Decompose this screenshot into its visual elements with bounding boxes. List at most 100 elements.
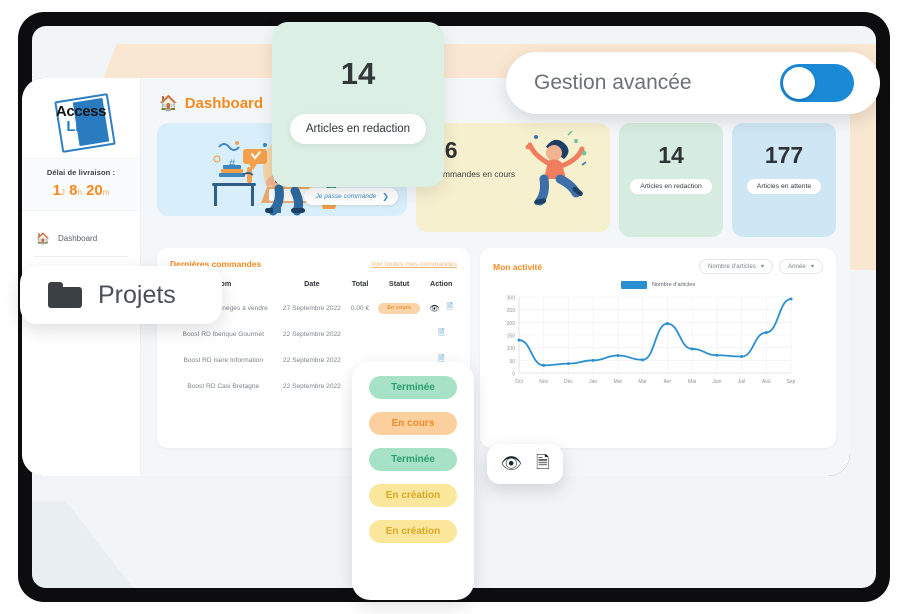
svg-text:200: 200 — [507, 321, 516, 327]
chart-legend: Nombre d'articles — [493, 281, 823, 289]
sidebar-item-dashboard[interactable]: 🏠 Dashboard — [22, 225, 140, 252]
folder-icon — [48, 282, 82, 308]
column-header-total: Total — [351, 279, 369, 288]
overlay-redaction-label: Articles en redaction — [289, 114, 427, 144]
svg-text:150: 150 — [507, 334, 516, 340]
overlay-redaction-card: 14 Articles en redaction — [272, 22, 444, 187]
svg-text:Oct: Oct — [515, 379, 523, 385]
logo-text-link: Link — [66, 118, 96, 135]
cell-date: 27 Septembre 2022 — [282, 304, 341, 312]
period-dropdown-label: Année — [787, 263, 806, 270]
status-badge: Terminée — [369, 448, 457, 471]
gestion-toggle[interactable] — [780, 64, 854, 102]
overlay-gestion-avancee: Gestion avancée — [506, 52, 880, 114]
svg-text:0: 0 — [512, 372, 515, 378]
svg-text:250: 250 — [507, 308, 516, 314]
cell-date: 22 Septembre 2022 — [282, 356, 341, 364]
status-badge: En création — [369, 484, 457, 507]
column-header-statut: Statut — [388, 279, 410, 288]
sidebar-item-label: Dashboard — [58, 234, 98, 243]
invoice-icon[interactable]: 🗎 — [438, 327, 444, 341]
svg-text:Mai: Mai — [688, 379, 696, 385]
sidebar-divider — [34, 256, 128, 257]
gestion-label: Gestion avancée — [534, 71, 692, 94]
svg-text:Sep: Sep — [787, 379, 796, 385]
stats-row: # Je passe commande ❯ 26 Commandes en co… — [157, 123, 836, 237]
order-cta-label: Je passe commande — [315, 193, 377, 200]
cell-statut: En cours — [373, 295, 426, 321]
cell-statut — [373, 321, 426, 347]
cell-date: 22 Septembre 2022 — [282, 382, 341, 390]
metric-dropdown-label: Nombre d'articles — [707, 263, 756, 270]
svg-text:Aoû: Aoû — [762, 379, 771, 385]
legend-swatch — [620, 281, 647, 289]
stat-label: Articles en redaction — [630, 179, 712, 194]
stat-label: Articles en attente — [746, 179, 822, 194]
invoice-icon[interactable]: 🗎 — [447, 301, 453, 315]
status-badge: Terminée — [369, 376, 457, 399]
chevron-down-icon: ▾ — [760, 263, 764, 270]
overlay-redaction-value: 14 — [340, 56, 376, 91]
home-icon: 🏠 — [159, 95, 178, 112]
brand-logo[interactable]: Access Link — [42, 93, 120, 153]
cell-nom: Boost RD Casi Bretagne — [187, 382, 260, 390]
timer-days: 1 — [52, 182, 61, 199]
column-header-action: Action — [430, 279, 453, 288]
main-content: 🏠 Dashboard # Je passe commande ❯ 26 Com… — [141, 78, 850, 476]
overlay-projets-card[interactable]: Projets — [20, 266, 222, 324]
chart-svg: 0 50 100 150 200 250 300 Oct Nov Déc Jan Mar Mar Avr M… — [507, 296, 796, 386]
overlay-status-badges: Terminée En cours Terminée En création E… — [352, 362, 474, 600]
timer-minutes-unit: m — [102, 188, 110, 197]
delivery-timer-label: Délai de livraison : — [46, 168, 116, 177]
invoice-icon[interactable]: 🗎 — [536, 450, 550, 479]
eye-icon[interactable]: 👁 — [429, 304, 439, 313]
stat-card-commandes: 26 Commandes en cours — [416, 123, 610, 232]
svg-text:Juil: Juil — [738, 379, 746, 385]
svg-text:Jan: Jan — [589, 379, 597, 385]
svg-text:Avr: Avr — [664, 379, 672, 385]
cell-nom: Boost RD Isere Information — [183, 356, 263, 364]
stat-card-attente: 177 Articles en attente — [732, 123, 836, 237]
metric-dropdown[interactable]: Nombre d'articles ▾ — [698, 259, 773, 274]
cell-action: 👁 🗎 — [425, 295, 457, 321]
logo-text-access: Access — [55, 103, 107, 120]
status-badge: En cours — [378, 302, 421, 314]
activity-panel-title: Mon activité — [493, 261, 543, 272]
delivery-timer-box: Délai de livraison : 1J 8h 20m — [22, 158, 140, 211]
svg-text:#: # — [229, 158, 236, 170]
svg-text:Déc: Déc — [564, 379, 573, 385]
period-dropdown[interactable]: Année ▾ — [778, 259, 823, 274]
page-title-text: Dashboard — [184, 94, 264, 112]
status-badge: En cours — [369, 412, 457, 435]
overlay-action-icons: 👁 🗎 — [487, 444, 563, 484]
svg-text:Nov: Nov — [539, 379, 548, 385]
view-all-orders-link[interactable]: Voir toutes mes commandes — [371, 261, 457, 268]
delivery-countdown: 1J 8h 20m — [22, 182, 140, 199]
chevron-right-icon: ❯ — [382, 192, 389, 201]
activity-chart: 0 50 100 150 200 250 300 Oct Nov Déc Jan Mar Mar Avr M… — [493, 291, 823, 399]
timer-minutes: 20 — [86, 182, 103, 199]
projets-label: Projets — [98, 280, 176, 309]
stat-value: 14 — [658, 142, 684, 168]
cell-nom: Boost RD Iberique Gourmet — [182, 330, 264, 338]
stat-card-redaction: 14 Articles en redaction — [619, 123, 723, 237]
cell-total — [347, 321, 373, 347]
svg-text:Juin: Juin — [712, 379, 721, 385]
eye-icon[interactable]: 👁 — [500, 454, 522, 474]
timer-days-unit: J — [60, 188, 65, 197]
stat-illustration-person — [525, 131, 587, 206]
order-cta-button[interactable]: Je passe commande ❯ — [304, 188, 398, 205]
svg-text:Mar: Mar — [614, 379, 623, 385]
svg-text:100: 100 — [507, 346, 516, 352]
chevron-down-icon: ▾ — [810, 263, 814, 270]
panels-row: Dernières commandes Voir toutes mes comm… — [157, 248, 836, 448]
svg-text:Mar: Mar — [638, 379, 647, 385]
home-icon: 🏠 — [36, 233, 50, 245]
status-badge: En création — [369, 520, 457, 543]
activity-panel: Mon activité Nombre d'articles ▾ Année ▾ — [480, 248, 836, 448]
svg-text:300: 300 — [507, 296, 516, 302]
column-header-date: Date — [304, 279, 320, 288]
timer-hours-unit: h — [77, 188, 82, 197]
cell-date: 22 Septembre 2022 — [282, 330, 341, 338]
table-row[interactable]: Boost RD Iberique Gourmet 22 Septembre 2… — [170, 321, 457, 347]
